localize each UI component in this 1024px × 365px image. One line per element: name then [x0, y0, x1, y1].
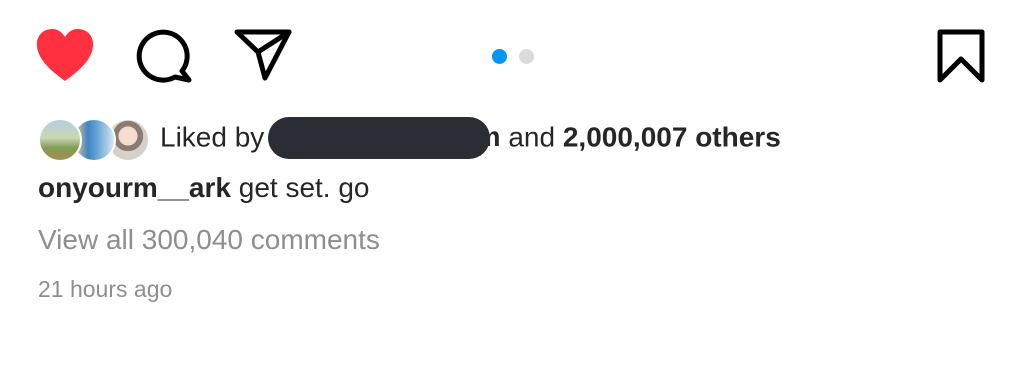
like-button[interactable]: [34, 27, 96, 83]
caption-username[interactable]: onyourm__ark: [38, 172, 231, 203]
comment-bubble-icon: [136, 29, 192, 83]
liked-by-label: Liked by: [160, 121, 265, 153]
redaction-bar: [267, 117, 490, 159]
likes-connector: and: [508, 121, 556, 153]
carousel-dot-active[interactable]: [492, 48, 507, 64]
paper-plane-icon: [234, 29, 292, 81]
likes-text: Liked by sm and 2,000,007 others: [160, 117, 781, 160]
bookmark-icon: [937, 29, 985, 83]
liker-avatars: [38, 116, 150, 162]
view-comments-link[interactable]: View all 300,040 comments: [38, 224, 380, 256]
likes-others-link[interactable]: 2,000,007 others: [563, 121, 781, 152]
liker-username[interactable]: sm: [267, 117, 501, 159]
caption-text: get set. go: [238, 172, 370, 203]
likes-summary: Liked by sm and 2,000,007 others: [38, 116, 781, 162]
post-timestamp: 21 hours ago: [38, 276, 173, 302]
carousel-indicator: [492, 48, 534, 64]
share-button[interactable]: [233, 28, 293, 82]
avatar[interactable]: [38, 118, 82, 162]
save-button[interactable]: [936, 28, 986, 84]
caption: onyourm__ark get set. go: [38, 172, 370, 204]
carousel-dot[interactable]: [519, 48, 534, 64]
heart-icon: [36, 29, 94, 81]
comment-button[interactable]: [134, 27, 194, 85]
